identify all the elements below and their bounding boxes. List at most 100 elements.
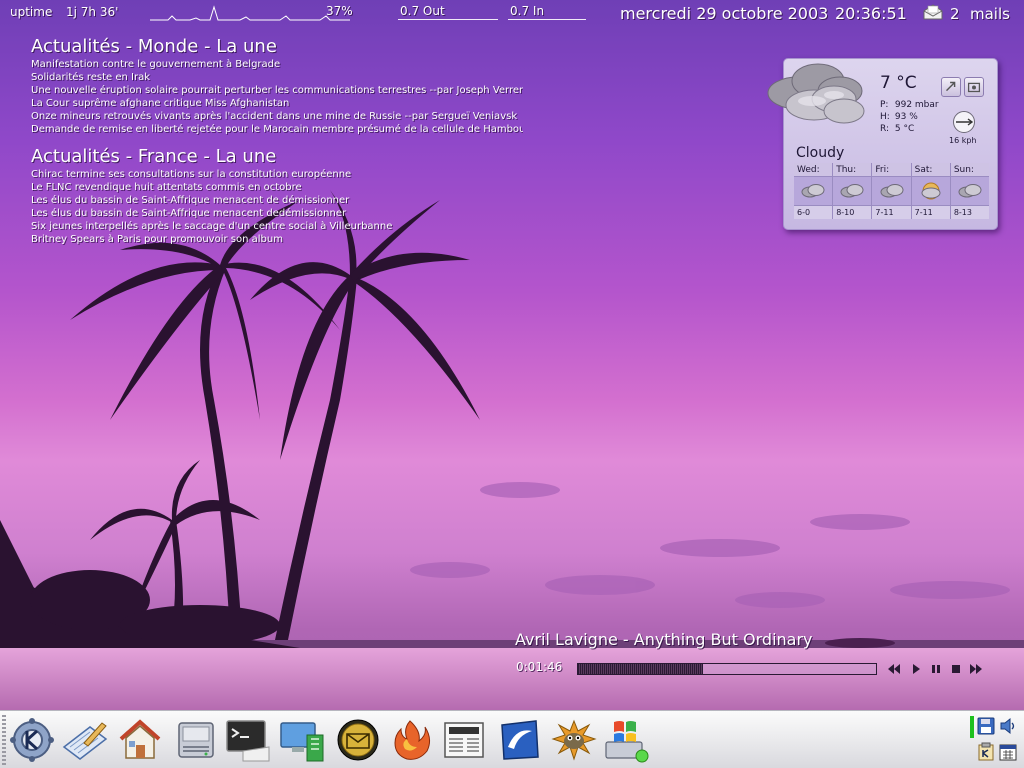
cpu-graph	[150, 5, 350, 21]
taskbar	[0, 710, 1024, 768]
forecast-day: Thu: 8-10	[832, 163, 872, 219]
mail-icon[interactable]	[922, 3, 944, 21]
windows-partition-launcher[interactable]	[600, 715, 652, 765]
news-item[interactable]: Une nouvelle éruption solaire pourrait p…	[31, 84, 523, 97]
hard-drive-launcher[interactable]	[170, 715, 222, 765]
gimp-launcher[interactable]	[548, 715, 600, 765]
date-display: mercredi 29 octobre 2003	[620, 4, 829, 23]
uptime-value: 1j 7h 36'	[66, 5, 119, 19]
text-editor-launcher[interactable]	[58, 715, 110, 765]
calendar-icon[interactable]	[998, 742, 1018, 762]
network-monitor-launcher[interactable]	[276, 715, 328, 765]
forecast-day: Fri: 7-11	[871, 163, 911, 219]
system-tray	[968, 714, 1022, 766]
news-item[interactable]: Solidarités reste en Irak	[31, 71, 523, 84]
news-reader-icon	[444, 722, 484, 758]
cpu-usage: 37%	[326, 4, 353, 18]
office-icon	[501, 720, 539, 760]
play-icon[interactable]	[908, 662, 924, 676]
hard-drive-icon	[178, 722, 214, 758]
terminal-launcher[interactable]	[222, 715, 274, 765]
terminal-icon	[226, 720, 270, 762]
network-out: 0.7 Out	[400, 4, 445, 18]
volume-icon[interactable]	[998, 716, 1018, 736]
cloudy-icon	[840, 184, 864, 198]
news-item[interactable]: La Cour suprême afghane critique Miss Af…	[31, 97, 523, 110]
weather-temperature: 7 °C	[880, 73, 917, 93]
forecast-range: 6-0	[794, 205, 833, 219]
fast-forward-icon[interactable]	[968, 662, 984, 676]
forecast-day-name: Wed:	[794, 163, 833, 177]
humidity-label: H:	[880, 112, 890, 122]
rewind-icon[interactable]	[886, 662, 902, 676]
stop-icon[interactable]	[948, 662, 964, 676]
news-feed-monde: Actualités - Monde - La une Manifestatio…	[31, 36, 523, 136]
office-launcher[interactable]	[494, 715, 546, 765]
weather-settings-button[interactable]	[964, 77, 984, 97]
mail-client-launcher[interactable]	[332, 715, 384, 765]
now-playing-title: Avril Lavigne - Anything But Ordinary	[515, 630, 813, 649]
network-out-graph	[398, 19, 498, 20]
news-item[interactable]: Les élus du bassin de Saint-Affrique men…	[31, 194, 523, 207]
top-status-bar: uptime 1j 7h 36' 37% 0.7 Out 0.7 In merc…	[0, 0, 1024, 28]
news-item[interactable]: Le FLNC revendique huit attentats commis…	[31, 181, 523, 194]
news-item[interactable]: Six jeunes interpellés après le saccage …	[31, 220, 523, 233]
news-item[interactable]: Manifestation contre le gouvernement à B…	[31, 58, 523, 71]
news-item[interactable]: Les élus du bassin de Saint-Affrique men…	[31, 207, 523, 220]
wind-direction-icon	[953, 111, 975, 133]
home-folder-launcher[interactable]	[114, 715, 166, 765]
humidity-value: 93 %	[894, 112, 918, 122]
news-title-france[interactable]: Actualités - France - La une	[31, 146, 523, 168]
news-title-monde[interactable]: Actualités - Monde - La une	[31, 36, 523, 58]
forecast-day: Sun: 8-13	[949, 163, 990, 219]
weather-details: P: 992 mbar H: 93 % R: 5 °C	[880, 99, 939, 135]
seek-bar-fill	[578, 664, 704, 674]
refresh-icon	[945, 81, 956, 92]
cloudy-icon	[767, 63, 865, 124]
kde-menu-icon	[10, 718, 54, 762]
home-folder-icon	[119, 719, 161, 759]
forecast-range: 7-11	[911, 205, 950, 219]
news-feed-france: Actualités - France - La une Chirac term…	[31, 146, 523, 246]
activity-indicator	[970, 716, 974, 738]
pressure-label: P:	[880, 100, 889, 110]
network-in: 0.7 In	[510, 4, 545, 18]
cloudy-icon	[880, 184, 903, 198]
windows-partition-icon	[605, 721, 649, 763]
kde-menu-button[interactable]	[6, 715, 58, 765]
network-in-graph	[508, 19, 586, 20]
clock: 20:36:51	[835, 4, 907, 23]
news-reader-launcher[interactable]	[438, 715, 490, 765]
klipper-icon[interactable]	[976, 742, 996, 762]
wind-speed: 16 kph	[949, 136, 977, 145]
forecast-range: 8-10	[833, 205, 872, 219]
pause-icon[interactable]	[928, 662, 944, 676]
uptime-label: uptime	[10, 5, 53, 19]
firefox-icon	[394, 720, 431, 760]
text-editor-icon	[62, 722, 108, 760]
mail-client-icon	[337, 719, 379, 761]
partly-sunny-icon	[921, 182, 941, 200]
cloudy-icon	[801, 184, 825, 198]
forecast-day-name: Thu:	[833, 163, 872, 177]
seek-bar[interactable]	[577, 663, 877, 675]
news-item[interactable]: Demande de remise en liberté rejetée pou…	[31, 123, 523, 136]
network-monitor-icon	[280, 722, 324, 762]
weather-widget: 7 °C P: 992 mbar H: 93 % R: 5 °C 16 kph …	[767, 58, 998, 230]
forecast-day: Wed: 6-0	[794, 163, 833, 219]
mail-count[interactable]: 2	[950, 5, 960, 23]
forecast-range: 8-13	[950, 205, 990, 219]
news-item[interactable]: Chirac termine ses consultations sur la …	[31, 168, 523, 181]
weather-condition: Cloudy	[796, 145, 845, 161]
mail-label[interactable]: mails	[970, 5, 1010, 23]
weather-refresh-button[interactable]	[941, 77, 961, 97]
forecast-day-name: Sat:	[911, 163, 950, 177]
elapsed-time: 0:01:46	[516, 660, 563, 674]
weather-forecast: Wed: 6-0 Thu: 8-10 Fri: 7-11 Sat: 7-11 S…	[794, 163, 990, 219]
news-item[interactable]: Onze mineurs retrouvés vivants après l'a…	[31, 110, 523, 123]
forecast-day-name: Sun:	[950, 163, 990, 177]
floppy-icon[interactable]	[976, 716, 996, 736]
firefox-launcher[interactable]	[384, 715, 436, 765]
news-item[interactable]: Britney Spears à Paris pour promouvoir s…	[31, 233, 523, 246]
forecast-range: 7-11	[872, 205, 911, 219]
